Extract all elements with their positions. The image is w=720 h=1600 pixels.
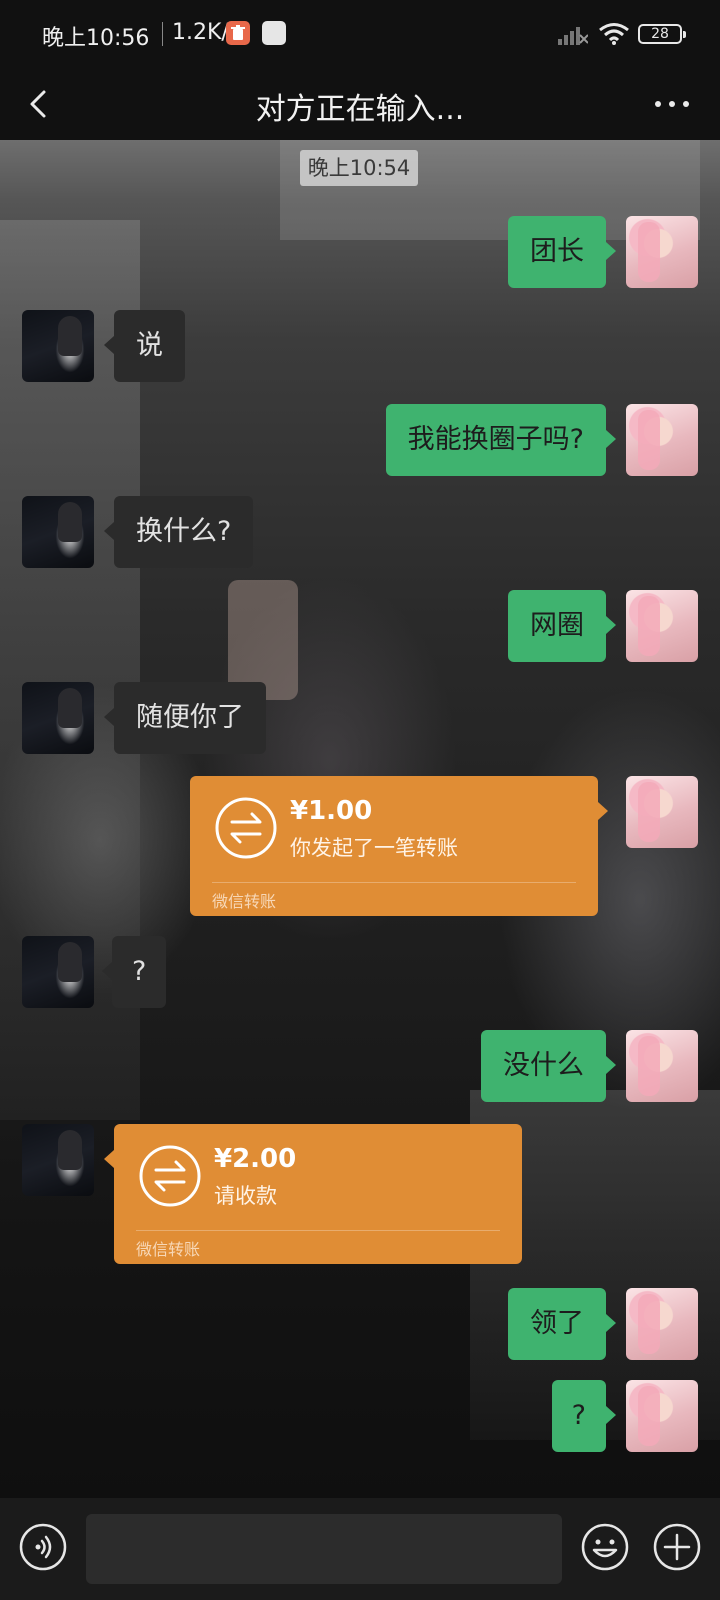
avatar-other[interactable] — [22, 1124, 94, 1196]
emoji-icon[interactable] — [580, 1522, 630, 1572]
transfer-arrows-icon — [215, 797, 277, 859]
more-options-icon[interactable] — [648, 86, 696, 122]
avatar-self[interactable] — [626, 1030, 698, 1102]
message-bubble-self[interactable]: 我能换圈子吗? — [385, 404, 617, 476]
status-time: 晚上10:56 — [42, 26, 150, 51]
avatar-self[interactable] — [626, 776, 698, 848]
status-divider — [162, 22, 163, 46]
transfer-description: 你发起了一笔转账 — [290, 836, 458, 860]
message-bubble-other[interactable]: ? — [101, 936, 167, 1008]
wifi-icon — [599, 23, 629, 45]
transfer-card-other[interactable]: ¥2.00 请收款 微信转账 — [104, 1124, 522, 1264]
message-timestamp: 晚上10:54 — [300, 150, 418, 186]
transfer-amount: ¥1.00 — [290, 796, 373, 826]
message-bubble-other[interactable]: 随便你了 — [104, 682, 266, 754]
avatar-self[interactable] — [626, 216, 698, 288]
status-bar: 晚上10:56 1.2K/s 28 — [0, 0, 720, 68]
message-input[interactable] — [86, 1514, 562, 1584]
avatar-self[interactable] — [626, 1288, 698, 1360]
avatar-other[interactable] — [22, 310, 94, 382]
avatar-self[interactable] — [626, 1380, 698, 1452]
battery-icon: 28 — [638, 24, 686, 44]
notification-app-icon — [226, 21, 250, 45]
transfer-divider — [136, 1230, 500, 1231]
signal-icon — [558, 27, 588, 45]
chat-header: 对方正在输入... — [0, 68, 720, 140]
avatar-other[interactable] — [22, 496, 94, 568]
transfer-footer: 微信转账 — [136, 1240, 201, 1259]
message-bubble-other[interactable]: 换什么? — [103, 496, 254, 568]
chat-area[interactable]: 晚上10:54 团长 说 我能换圈子吗? 换什么? 网圈 随便你了 ¥1.00 … — [0, 140, 720, 1498]
transfer-amount: ¥2.00 — [214, 1144, 297, 1174]
voice-input-icon[interactable] — [18, 1522, 68, 1572]
chat-title: 对方正在输入... — [255, 92, 465, 127]
message-bubble-self[interactable]: 没什么 — [481, 1030, 616, 1102]
message-bubble-self[interactable]: 网圈 — [508, 590, 616, 662]
message-bubble-other[interactable]: 说 — [104, 310, 185, 382]
transfer-footer: 微信转账 — [212, 892, 277, 911]
notification-square-icon — [262, 21, 286, 45]
add-more-icon[interactable] — [652, 1522, 702, 1572]
transfer-divider — [212, 882, 576, 883]
message-bubble-self[interactable]: 领了 — [508, 1288, 616, 1360]
message-bubble-self[interactable]: ? — [551, 1380, 617, 1452]
message-bubble-self[interactable]: 团长 — [508, 216, 616, 288]
input-bar — [0, 1498, 720, 1600]
avatar-self[interactable] — [626, 404, 698, 476]
avatar-other[interactable] — [22, 682, 94, 754]
transfer-card-self[interactable]: ¥1.00 你发起了一笔转账 微信转账 — [190, 776, 608, 916]
avatar-other[interactable] — [22, 936, 94, 1008]
transfer-description: 请收款 — [214, 1184, 277, 1208]
transfer-arrows-icon — [139, 1145, 201, 1207]
avatar-self[interactable] — [626, 590, 698, 662]
